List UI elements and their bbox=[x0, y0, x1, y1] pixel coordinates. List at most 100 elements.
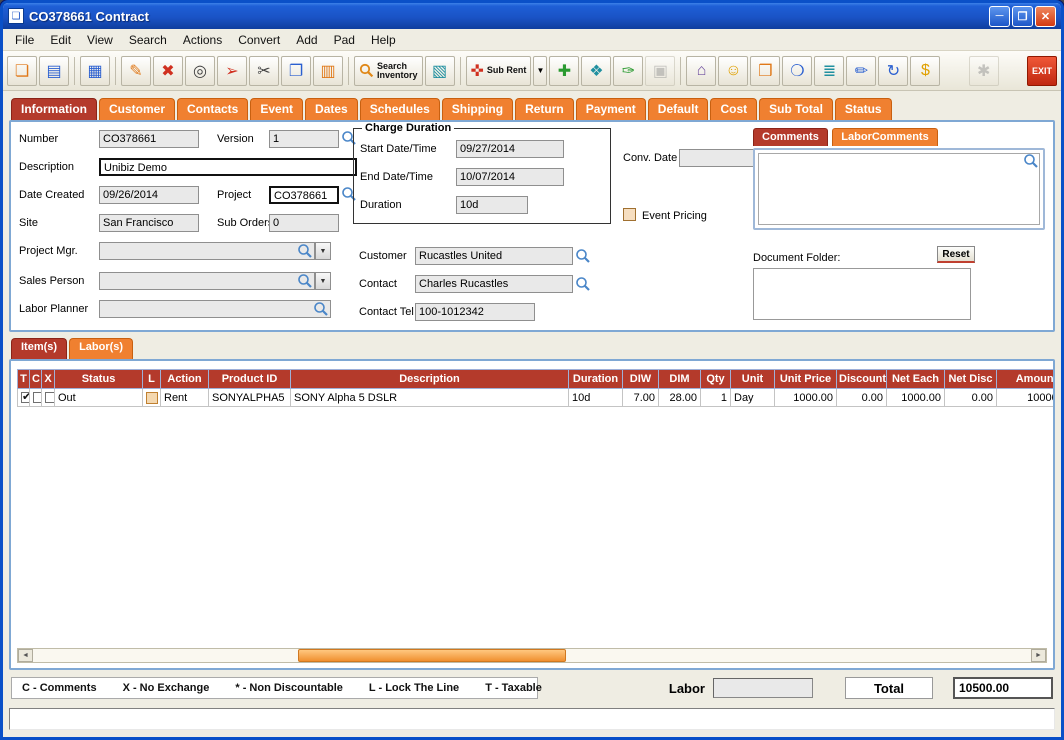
group-items-button[interactable]: ❖ bbox=[581, 56, 611, 86]
cell-description[interactable]: SONY Alpha 5 DSLR bbox=[291, 389, 569, 407]
cell-net-disc[interactable]: 0.00 bbox=[945, 389, 997, 407]
column-header-dim[interactable]: DIM bbox=[659, 370, 701, 389]
project-mgr-lookup-icon[interactable] bbox=[297, 243, 313, 259]
tab-event[interactable]: Event bbox=[250, 98, 303, 120]
labor-planner-field[interactable] bbox=[99, 300, 331, 318]
delete-button[interactable]: ✖ bbox=[153, 56, 183, 86]
minimize-button[interactable]: ─ bbox=[989, 6, 1010, 27]
customer-field[interactable]: Rucastles United bbox=[415, 247, 573, 265]
tab-labors[interactable]: Labor(s) bbox=[69, 338, 133, 359]
menu-convert[interactable]: Convert bbox=[230, 31, 288, 49]
column-header-net-disc[interactable]: Net Disc bbox=[945, 370, 997, 389]
edit-button[interactable]: ✎ bbox=[121, 56, 151, 86]
menu-actions[interactable]: Actions bbox=[175, 31, 230, 49]
description-field[interactable]: Unibiz Demo bbox=[99, 158, 357, 176]
column-header-status[interactable]: Status bbox=[55, 370, 143, 389]
column-header-duration[interactable]: Duration bbox=[569, 370, 623, 389]
version-field[interactable]: 1 bbox=[269, 130, 339, 148]
cell-lock[interactable] bbox=[143, 389, 161, 407]
scroll-left-button[interactable]: ◄ bbox=[18, 649, 33, 662]
cell-product-id[interactable]: SONYALPHA5 bbox=[209, 389, 291, 407]
tab-dates[interactable]: Dates bbox=[305, 98, 358, 120]
scroll-right-button[interactable]: ► bbox=[1031, 649, 1046, 662]
menu-file[interactable]: File bbox=[7, 31, 42, 49]
organization-button[interactable]: ⌂ bbox=[686, 56, 716, 86]
notes-button[interactable]: ✑ bbox=[613, 56, 643, 86]
menu-view[interactable]: View bbox=[79, 31, 121, 49]
column-header-action[interactable]: Action bbox=[161, 370, 209, 389]
customer-service-button[interactable]: ☺ bbox=[718, 56, 748, 86]
cell-no-exchange[interactable] bbox=[42, 389, 55, 407]
end-datetime-field[interactable]: 10/07/2014 bbox=[456, 168, 564, 186]
cut-button[interactable]: ✂ bbox=[249, 56, 279, 86]
contact-field[interactable]: Charles Rucastles bbox=[415, 275, 573, 293]
column-header-amount[interactable]: Amount bbox=[997, 370, 1056, 389]
column-header-discount[interactable]: Discount bbox=[837, 370, 887, 389]
tab-information[interactable]: Information bbox=[11, 98, 97, 120]
total-value-field[interactable]: 10500.00 bbox=[953, 677, 1053, 699]
cell-qty[interactable]: 1 bbox=[701, 389, 731, 407]
customer-lookup-icon[interactable] bbox=[575, 248, 591, 264]
colors-button[interactable]: ▧ bbox=[425, 56, 455, 86]
tab-status[interactable]: Status bbox=[835, 98, 892, 120]
checkbox-icon[interactable] bbox=[33, 392, 42, 403]
catalog-button[interactable]: ❍ bbox=[782, 56, 812, 86]
comments-textarea[interactable] bbox=[758, 153, 1040, 225]
cell-taxable[interactable] bbox=[18, 389, 30, 407]
cell-amount[interactable]: 10000.00 bbox=[997, 389, 1056, 407]
maximize-button[interactable]: ❐ bbox=[1012, 6, 1033, 27]
column-header-c[interactable]: C bbox=[30, 370, 42, 389]
checkbox-icon[interactable] bbox=[45, 392, 55, 403]
new-button[interactable]: ❏ bbox=[7, 56, 37, 86]
package-button[interactable]: ❒ bbox=[750, 56, 780, 86]
menu-edit[interactable]: Edit bbox=[42, 31, 79, 49]
tab-shipping[interactable]: Shipping bbox=[442, 98, 513, 120]
menu-add[interactable]: Add bbox=[288, 31, 325, 49]
site-field[interactable]: San Francisco bbox=[99, 214, 199, 232]
copy-button[interactable]: ❐ bbox=[281, 56, 311, 86]
start-datetime-field[interactable]: 09/27/2014 bbox=[456, 140, 564, 158]
column-header-description[interactable]: Description bbox=[291, 370, 569, 389]
lock-line-icon[interactable] bbox=[146, 392, 158, 404]
column-header-l[interactable]: L bbox=[143, 370, 161, 389]
sales-person-field[interactable] bbox=[99, 272, 315, 290]
table-row[interactable]: Out Rent SONYALPHA5 SONY Alpha 5 DSLR 10… bbox=[18, 389, 1056, 407]
contact-lookup-icon[interactable] bbox=[575, 276, 591, 292]
close-button[interactable]: ✕ bbox=[1035, 6, 1056, 27]
document-folder-box[interactable] bbox=[753, 268, 971, 320]
project-field[interactable]: CO378661 bbox=[269, 186, 339, 204]
cell-diw[interactable]: 7.00 bbox=[623, 389, 659, 407]
reset-button[interactable]: Reset bbox=[937, 246, 975, 263]
menu-pad[interactable]: Pad bbox=[326, 31, 363, 49]
number-field[interactable]: CO378661 bbox=[99, 130, 199, 148]
tab-cost[interactable]: Cost bbox=[710, 98, 757, 120]
tab-default[interactable]: Default bbox=[648, 98, 709, 120]
cell-unit[interactable]: Day bbox=[731, 389, 775, 407]
column-header-t[interactable]: T bbox=[18, 370, 30, 389]
menu-help[interactable]: Help bbox=[363, 31, 404, 49]
sales-person-lookup-icon[interactable] bbox=[297, 273, 313, 289]
route-button[interactable]: ➢ bbox=[217, 56, 247, 86]
cell-status[interactable]: Out bbox=[55, 389, 143, 407]
column-header-unit-price[interactable]: Unit Price bbox=[775, 370, 837, 389]
search-inventory-button[interactable]: SearchInventory bbox=[354, 56, 423, 86]
labor-planner-lookup-icon[interactable] bbox=[313, 301, 329, 317]
column-header-qty[interactable]: Qty bbox=[701, 370, 731, 389]
print-button[interactable]: ▤ bbox=[39, 56, 69, 86]
cell-discount[interactable]: 0.00 bbox=[837, 389, 887, 407]
tab-customer[interactable]: Customer bbox=[99, 98, 175, 120]
add-item-button[interactable]: ✚ bbox=[549, 56, 579, 86]
refresh-button[interactable]: ↻ bbox=[878, 56, 908, 86]
cell-unit-price[interactable]: 1000.00 bbox=[775, 389, 837, 407]
column-header-product-id[interactable]: Product ID bbox=[209, 370, 291, 389]
cell-duration[interactable]: 10d bbox=[569, 389, 623, 407]
sub-orders-field[interactable]: 0 bbox=[269, 214, 339, 232]
horizontal-scrollbar[interactable]: ◄ ► bbox=[17, 648, 1047, 663]
project-mgr-dropdown[interactable]: ▼ bbox=[315, 242, 331, 260]
scrollbar-thumb[interactable] bbox=[298, 649, 566, 662]
sub-rent-dropdown-button[interactable]: ▼ bbox=[533, 56, 547, 86]
find-button[interactable]: ◎ bbox=[185, 56, 215, 86]
exit-button[interactable]: EXIT bbox=[1027, 56, 1057, 86]
labor-total-field[interactable] bbox=[713, 678, 813, 698]
cell-action[interactable]: Rent bbox=[161, 389, 209, 407]
